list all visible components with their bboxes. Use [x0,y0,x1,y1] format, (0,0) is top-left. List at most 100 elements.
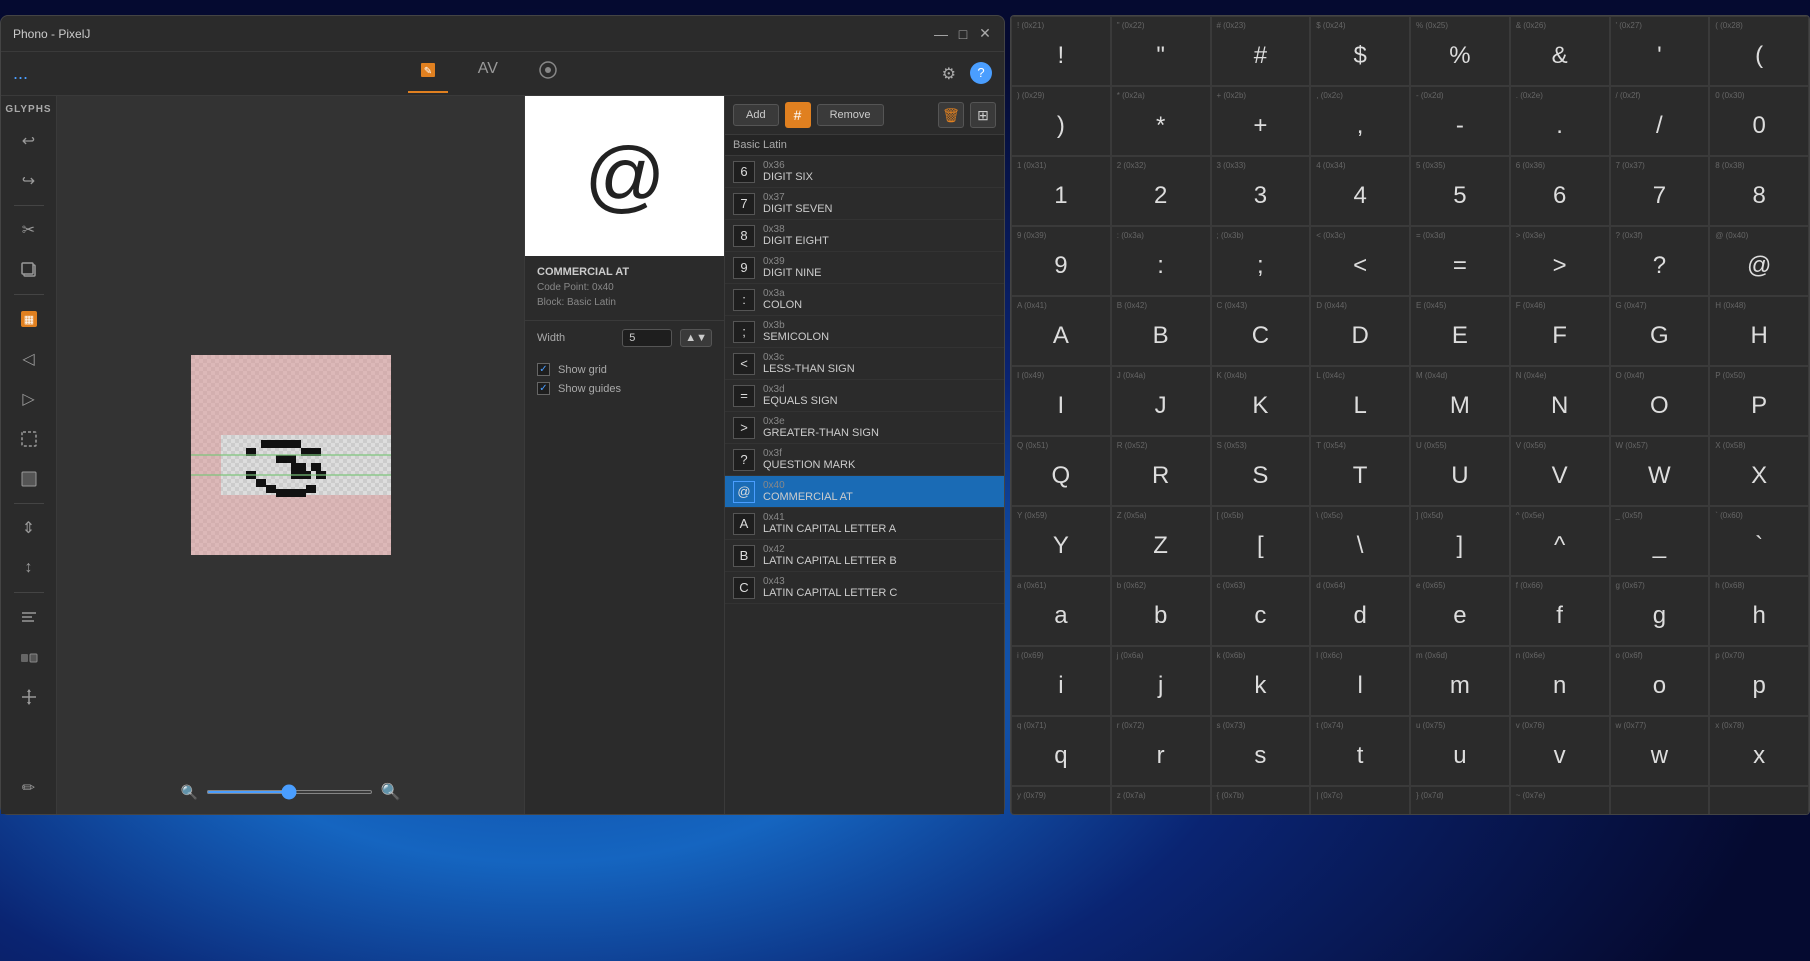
glyph-cell[interactable]: ( (0x28) ( [1709,16,1809,86]
glyph-cell[interactable]: Q (0x51) Q [1011,436,1111,506]
list-item[interactable]: B 0x42 LATIN CAPITAL LETTER B [725,540,1004,572]
glyph-cell[interactable]: n (0x6e) n [1510,646,1610,716]
glyph-cell[interactable]: / (0x2f) / [1610,86,1710,156]
list-item[interactable]: @ 0x40 COMMERCIAL AT [725,476,1004,508]
glyph-cell[interactable]: . (0x2e) . [1510,86,1610,156]
list-item[interactable]: 8 0x38 DIGIT EIGHT [725,220,1004,252]
glyph-cell[interactable]: _ (0x5f) _ [1610,506,1710,576]
glyph-cell[interactable]: ] (0x5d) ] [1410,506,1510,576]
glyph-cell[interactable]: 3 (0x33) 3 [1211,156,1311,226]
remove-button[interactable]: Remove [817,104,884,126]
help-button[interactable]: ? [970,62,992,84]
glyph-cell[interactable]: J (0x4a) J [1111,366,1211,436]
glyph-list-scroll[interactable]: 6 0x36 DIGIT SIX 7 0x37 DIGIT SEVEN 8 0x… [725,156,1004,814]
glyph-cell[interactable]: U (0x55) U [1410,436,1510,506]
glyph-cell[interactable]: # (0x23) # [1211,16,1311,86]
undo-button[interactable]: ↩ [11,123,47,159]
glyph-cell[interactable]: c (0x63) c [1211,576,1311,646]
move-button[interactable] [11,679,47,715]
zoom-out-icon[interactable]: 🔍 [181,784,198,801]
glyph-cell[interactable]: % (0x25) % [1410,16,1510,86]
list-item[interactable]: 7 0x37 DIGIT SEVEN [725,188,1004,220]
zoom-in-icon[interactable]: 🔍 [381,782,401,802]
glyph-cell[interactable]: R (0x52) R [1111,436,1211,506]
glyph-cell[interactable]: 5 (0x35) 5 [1410,156,1510,226]
glyph-cell[interactable]: i (0x69) i [1011,646,1111,716]
list-item[interactable]: : 0x3a COLON [725,284,1004,316]
list-item[interactable]: < 0x3c LESS-THAN SIGN [725,348,1004,380]
glyph-cell[interactable]: h (0x68) h [1709,576,1809,646]
mirror-button[interactable] [11,639,47,675]
glyph-cell[interactable]: O (0x4f) O [1610,366,1710,436]
glyph-cell[interactable]: w (0x77) w [1610,716,1710,786]
glyph-cell[interactable]: x (0x78) x [1709,716,1809,786]
list-item[interactable]: 9 0x39 DIGIT NINE [725,252,1004,284]
glyph-cell[interactable]: A (0x41) A [1011,296,1111,366]
glyph-cell[interactable]: t (0x74) t [1310,716,1410,786]
glyph-cell[interactable]: K (0x4b) K [1211,366,1311,436]
glyph-cell[interactable]: ! (0x21) ! [1011,16,1111,86]
close-button[interactable]: ✕ [978,27,992,41]
glyph-cell[interactable]: | (0x7c) | [1310,786,1410,815]
glyph-cell[interactable]: a (0x61) a [1011,576,1111,646]
cut-button[interactable]: ✂ [11,212,47,248]
trash-icon[interactable]: 🗑 [938,102,964,128]
glyph-cell[interactable]: M (0x4d) M [1410,366,1510,436]
glyph-cell[interactable]: l (0x6c) l [1310,646,1410,716]
glyph-cell[interactable]: " (0x22) " [1111,16,1211,86]
zoom-slider[interactable] [206,790,373,794]
glyph-cell[interactable]: = (0x3d) = [1410,226,1510,296]
canvas-container[interactable] [191,355,391,555]
glyph-cell[interactable]: B (0x42) B [1111,296,1211,366]
list-item[interactable]: ? 0x3f QUESTION MARK [725,444,1004,476]
width-stepper[interactable]: ▲▼ [680,329,712,347]
glyph-cell[interactable]: v (0x76) v [1510,716,1610,786]
list-item[interactable]: A 0x41 LATIN CAPITAL LETTER A [725,508,1004,540]
glyph-cell[interactable]: q (0x71) q [1011,716,1111,786]
glyph-cell[interactable]: } (0x7d) } [1410,786,1510,815]
glyph-cell[interactable]: 1 (0x31) 1 [1011,156,1111,226]
glyph-cell[interactable]: , (0x2c) , [1310,86,1410,156]
settings-button[interactable]: ⚙ [940,62,958,86]
glyph-cell[interactable]: + (0x2b) + [1211,86,1311,156]
glyph-cell[interactable]: W (0x57) W [1610,436,1710,506]
glyph-cell[interactable]: ` (0x60) ` [1709,506,1809,576]
glyph-cell[interactable]: d (0x64) d [1310,576,1410,646]
glyph-cell[interactable]: o (0x6f) o [1610,646,1710,716]
glyph-cell[interactable]: 7 (0x37) 7 [1610,156,1710,226]
align-button[interactable] [11,599,47,635]
glyph-cell[interactable]: D (0x44) D [1310,296,1410,366]
rect-select[interactable] [11,421,47,457]
redo-button[interactable]: ↪ [11,163,47,199]
glyph-cell[interactable]: { (0x7b) { [1211,786,1311,815]
glyph-cell[interactable]: Y (0x59) Y [1011,506,1111,576]
tab-edit[interactable]: ✎ [408,54,448,93]
rect-fill[interactable] [11,461,47,497]
glyph-cell[interactable]: P (0x50) P [1709,366,1809,436]
glyph-cell[interactable]: ; (0x3b) ; [1211,226,1311,296]
flip-h-button[interactable]: ↕ [11,550,47,586]
add-icon-button[interactable]: # [785,102,811,128]
glyph-cell[interactable] [1709,786,1809,815]
glyph-cell[interactable]: G (0x47) G [1610,296,1710,366]
tab-av[interactable]: AV [468,54,508,93]
glyph-cell[interactable]: I (0x49) I [1011,366,1111,436]
glyph-cell[interactable]: * (0x2a) * [1111,86,1211,156]
glyph-cell[interactable]: F (0x46) F [1510,296,1610,366]
glyph-cell[interactable]: E (0x45) E [1410,296,1510,366]
glyph-cell[interactable]: 0 (0x30) 0 [1709,86,1809,156]
flip-v-button[interactable]: ⇕ [11,510,47,546]
glyph-cell[interactable]: < (0x3c) < [1310,226,1410,296]
glyph-cell[interactable]: > (0x3e) > [1510,226,1610,296]
glyph-cell[interactable]: ) (0x29) ) [1011,86,1111,156]
minimize-button[interactable]: — [934,27,948,41]
glyph-cell[interactable]: e (0x65) e [1410,576,1510,646]
glyph-cell[interactable]: @ (0x40) @ [1709,226,1809,296]
show-grid-checkbox[interactable]: ✓ [537,363,550,376]
glyph-cell[interactable]: V (0x56) V [1510,436,1610,506]
glyph-cell[interactable]: 4 (0x34) 4 [1310,156,1410,226]
glyph-cell[interactable]: y (0x79) y [1011,786,1111,815]
grid-view-button[interactable]: ⊞ [970,102,996,128]
glyph-cell[interactable]: m (0x6d) m [1410,646,1510,716]
pencil-button[interactable]: ✏ [11,770,47,806]
